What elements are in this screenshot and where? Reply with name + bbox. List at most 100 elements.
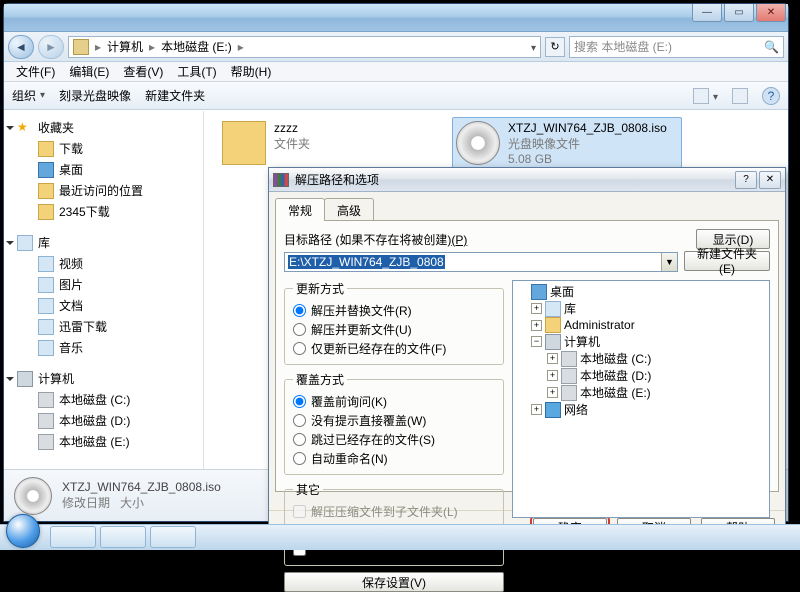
file-type: 文件夹	[274, 135, 310, 152]
view-mode-icon[interactable]	[693, 88, 709, 104]
preview-pane-icon[interactable]	[732, 88, 748, 104]
overwrite-rename[interactable]: 自动重命名(N)	[293, 449, 495, 468]
tree-node-drive-c[interactable]: +本地磁盘 (C:)	[515, 350, 767, 367]
expand-icon[interactable]: +	[531, 404, 542, 415]
dialog-close-button[interactable]: ✕	[759, 171, 781, 189]
overwrite-mode-group: 覆盖方式 覆盖前询问(K) 没有提示直接覆盖(W) 跳过已经存在的文件(S) 自…	[284, 371, 504, 475]
view-mode-dropdown-icon[interactable]	[711, 89, 718, 103]
menu-help[interactable]: 帮助(H)	[225, 62, 278, 81]
network-icon	[545, 402, 561, 418]
update-mode-replace[interactable]: 解压并替换文件(R)	[293, 301, 495, 320]
taskbar-item[interactable]	[150, 526, 196, 548]
new-folder-button[interactable]: 新建文件夹	[145, 87, 205, 104]
nav-item-documents[interactable]: 文档	[4, 295, 203, 316]
burn-image-button[interactable]: 刻录光盘映像	[59, 87, 131, 104]
file-item-iso[interactable]: XTZJ_WIN764_ZJB_0808.iso 光盘映像文件 5.08 GB	[452, 117, 682, 170]
overwrite-mode-legend: 覆盖方式	[293, 371, 347, 388]
drive-icon	[38, 392, 54, 408]
tab-advanced[interactable]: 高级	[324, 198, 374, 221]
maximize-button[interactable]: ▭	[724, 4, 754, 22]
new-folder-button[interactable]: 新建文件夹(E)	[684, 251, 770, 271]
tree-node-desktop[interactable]: 桌面	[515, 283, 767, 300]
nav-favorites-head[interactable]: ★收藏夹	[4, 117, 203, 138]
file-size: 5.08 GB	[508, 152, 667, 166]
dialog-titlebar[interactable]: 解压路径和选项 ? ✕	[269, 168, 785, 192]
overwrite-ask[interactable]: 覆盖前询问(K)	[293, 392, 495, 411]
update-mode-legend: 更新方式	[293, 280, 347, 297]
breadcrumb-root[interactable]: 计算机	[107, 38, 143, 55]
tree-node-libs[interactable]: +库	[515, 300, 767, 317]
nav-item-drive-c[interactable]: 本地磁盘 (C:)	[4, 389, 203, 410]
update-mode-group: 更新方式 解压并替换文件(R) 解压并更新文件(U) 仅更新已经存在的文件(F)	[284, 280, 504, 365]
taskbar-item[interactable]	[100, 526, 146, 548]
tree-node-drive-d[interactable]: +本地磁盘 (D:)	[515, 367, 767, 384]
nav-item-downloads[interactable]: 下载	[4, 138, 203, 159]
nav-item-pictures[interactable]: 图片	[4, 274, 203, 295]
drive-icon	[561, 385, 577, 401]
star-icon: ★	[17, 120, 33, 136]
nav-item-2345[interactable]: 2345下载	[4, 201, 203, 222]
nav-item-thunderdl[interactable]: 迅雷下载	[4, 316, 203, 337]
search-box[interactable]: 搜索 本地磁盘 (E:) 🔍	[569, 36, 784, 58]
file-item-folder[interactable]: zzzz 文件夹	[218, 117, 314, 169]
nav-item-drive-e[interactable]: 本地磁盘 (E:)	[4, 431, 203, 452]
tab-general-pane: 目标路径 (如果不存在将被创建)(P) 显示(D) E:\XTZJ_WIN764…	[275, 220, 779, 492]
update-mode-freshen[interactable]: 仅更新已经存在的文件(F)	[293, 339, 495, 358]
start-button[interactable]	[6, 514, 40, 548]
expand-icon[interactable]: +	[547, 387, 558, 398]
save-settings-button[interactable]: 保存设置(V)	[284, 572, 504, 592]
tree-node-computer[interactable]: −计算机	[515, 333, 767, 350]
close-button[interactable]: ✕	[756, 4, 786, 22]
explorer-titlebar[interactable]: — ▭ ✕	[4, 4, 788, 32]
help-icon[interactable]: ?	[762, 87, 780, 105]
expand-icon[interactable]: +	[547, 353, 558, 364]
dialog-body: 常规 高级 目标路径 (如果不存在将被创建)(P) 显示(D) E:\XTZJ_…	[269, 192, 785, 510]
file-type: 光盘映像文件	[508, 135, 667, 152]
nav-item-desktop[interactable]: 桌面	[4, 159, 203, 180]
update-mode-update[interactable]: 解压并更新文件(U)	[293, 320, 495, 339]
nav-libraries-head[interactable]: 库	[4, 232, 203, 253]
menu-tools[interactable]: 工具(T)	[171, 62, 222, 81]
nav-computer-head[interactable]: 计算机	[4, 368, 203, 389]
breadcrumb-seg[interactable]: 本地磁盘 (E:)	[161, 38, 232, 55]
taskbar[interactable]	[0, 524, 800, 550]
collapse-icon[interactable]: −	[531, 336, 542, 347]
menu-edit[interactable]: 编辑(E)	[63, 62, 115, 81]
address-bar[interactable]: ▸ 计算机 ▸ 本地磁盘 (E:) ▸	[68, 36, 541, 58]
tab-general[interactable]: 常规	[275, 198, 325, 221]
tree-node-admin[interactable]: +Administrator	[515, 317, 767, 333]
misc-subfolders[interactable]: 解压压缩文件到子文件夹(L)	[293, 502, 495, 521]
expand-icon[interactable]: +	[531, 320, 542, 331]
dialog-tabs: 常规 高级	[275, 198, 779, 220]
dest-path-dropdown-icon[interactable]: ▼	[661, 253, 677, 271]
address-dropdown-icon[interactable]	[529, 40, 536, 54]
folder-tree[interactable]: 桌面 +库 +Administrator −计算机 +本地磁盘 (C:) +本地…	[512, 280, 770, 518]
taskbar-item[interactable]	[50, 526, 96, 548]
overwrite-noask[interactable]: 没有提示直接覆盖(W)	[293, 411, 495, 430]
nav-back-button[interactable]: ◄	[8, 35, 34, 59]
dialog-help-button[interactable]: ?	[735, 171, 757, 189]
organize-button[interactable]: 组织	[12, 87, 45, 104]
menu-file[interactable]: 文件(F)	[10, 62, 61, 81]
nav-pane: ★收藏夹 下载 桌面 最近访问的位置 2345下载 库 视频 图片 文档 迅雷下…	[4, 111, 204, 469]
minimize-button[interactable]: —	[692, 4, 722, 22]
video-icon	[38, 256, 54, 272]
nav-forward-button[interactable]: ►	[38, 35, 64, 59]
breadcrumb-sep-icon: ▸	[95, 40, 101, 54]
nav-label: 计算机	[38, 370, 74, 387]
nav-item-drive-d[interactable]: 本地磁盘 (D:)	[4, 410, 203, 431]
tree-node-network[interactable]: +网络	[515, 401, 767, 418]
chevron-down-icon	[6, 241, 14, 245]
refresh-button[interactable]: ↻	[545, 37, 565, 57]
computer-icon	[17, 371, 33, 387]
nav-item-music[interactable]: 音乐	[4, 337, 203, 358]
expand-icon[interactable]: +	[547, 370, 558, 381]
dest-path-input[interactable]: E:\XTZJ_WIN764_ZJB_0808 ▼	[284, 252, 678, 272]
menu-view[interactable]: 查看(V)	[117, 62, 169, 81]
nav-item-video[interactable]: 视频	[4, 253, 203, 274]
nav-item-recent[interactable]: 最近访问的位置	[4, 180, 203, 201]
folder-icon	[38, 183, 54, 199]
tree-node-drive-e[interactable]: +本地磁盘 (E:)	[515, 384, 767, 401]
expand-icon[interactable]: +	[531, 303, 542, 314]
overwrite-skip[interactable]: 跳过已经存在的文件(S)	[293, 430, 495, 449]
